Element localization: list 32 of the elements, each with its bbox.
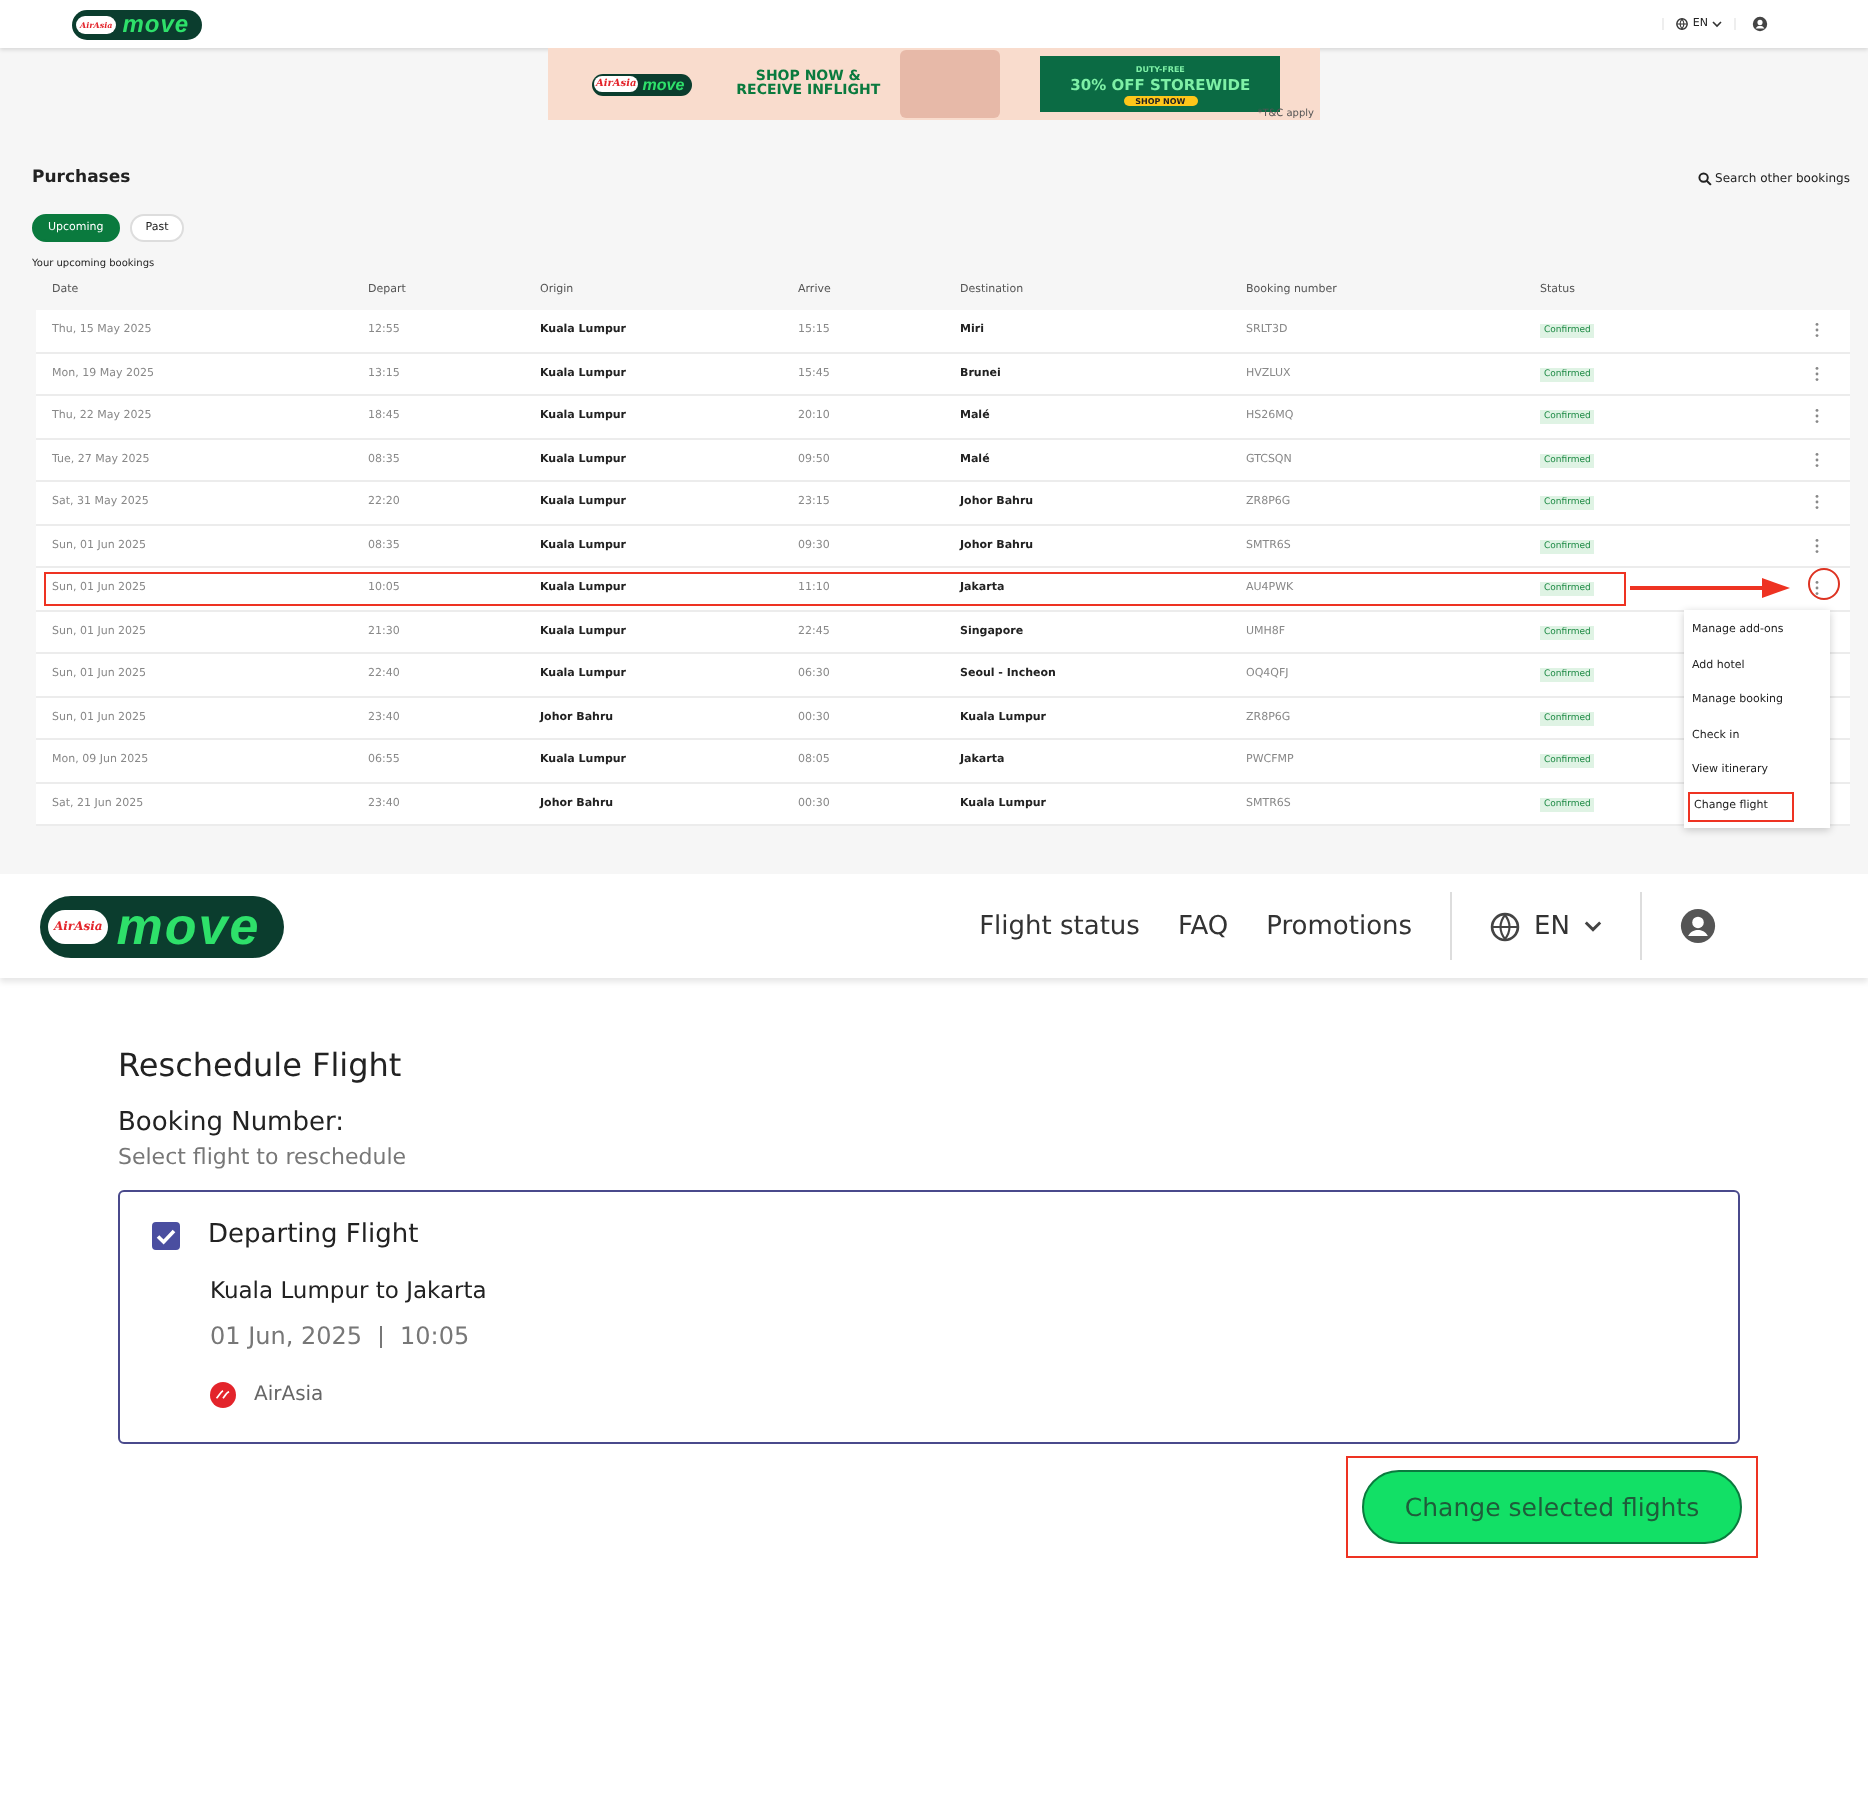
page-title: Reschedule Flight (118, 1046, 404, 1084)
nav-link[interactable]: Flight status (979, 911, 1140, 941)
flight-date: 01 Jun, 2025 (210, 1322, 363, 1350)
language-selector[interactable]: EN (1490, 911, 1602, 941)
globe-icon (1676, 18, 1689, 30)
photo-placeholder (900, 50, 1001, 118)
airline-logo-icon (210, 1382, 236, 1408)
highlight-circle (1808, 568, 1840, 600)
instruction-text: Select flight to reschedule (118, 1144, 409, 1170)
chevron-down-icon (1584, 920, 1602, 932)
search-icon (1697, 171, 1712, 185)
account-icon[interactable] (1680, 908, 1716, 944)
nav-link[interactable]: FAQ (1177, 911, 1229, 941)
chevron-down-icon (1712, 20, 1722, 28)
nav-link[interactable]: Promotions (1266, 911, 1413, 941)
globe-icon (1490, 911, 1521, 941)
airline-name: AirAsia (254, 1384, 324, 1406)
booking-number-label: Booking Number: (118, 1108, 346, 1138)
more-options-icon[interactable] (1814, 408, 1820, 425)
more-options-icon[interactable] (1814, 322, 1820, 339)
more-options-icon[interactable] (1814, 537, 1820, 554)
more-options-icon[interactable] (1814, 451, 1820, 468)
more-options-icon[interactable] (1814, 580, 1820, 597)
route-text: Kuala Lumpur to Jakarta (210, 1276, 489, 1304)
page-title: Purchases (32, 168, 131, 188)
change-flights-button[interactable]: Change selected flights (1362, 1470, 1742, 1544)
flight-time: 10:05 (400, 1322, 470, 1350)
checkbox[interactable] (152, 1221, 180, 1249)
flight-title: Departing Flight (208, 1220, 419, 1250)
more-options-icon[interactable] (1814, 494, 1820, 511)
more-options-icon[interactable] (1814, 365, 1820, 382)
account-icon[interactable] (1752, 16, 1768, 32)
